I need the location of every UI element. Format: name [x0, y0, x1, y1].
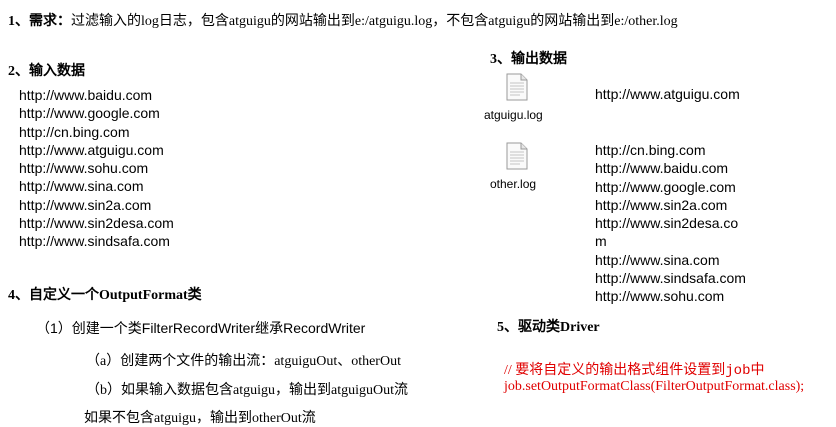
output-url-item: http://www.google.com	[595, 178, 736, 195]
output-url-item: http://www.sina.com	[595, 251, 720, 268]
driver-comment: // 要将自定义的输出格式组件设置到job中	[504, 363, 765, 379]
driver-code: job.setOutputFormatClass(FilterOutputFor…	[504, 379, 805, 394]
output-url-item: http://www.sin2a.com	[595, 196, 728, 213]
output-url-item: http://cn.bing.com	[595, 142, 706, 158]
output-url-item: m	[595, 233, 607, 250]
requirement-text: 过滤输入的log日志，包含atguigu的网站输出到e:/atguigu.log…	[71, 14, 678, 29]
input-url-list: http://www.baidu.com http://www.google.co…	[19, 86, 174, 251]
input-url-item: http://www.baidu.com	[19, 87, 153, 103]
input-url-item: http://www.sindsafa.com	[19, 233, 170, 250]
requirement-number: 1、	[8, 14, 29, 29]
input-heading: 2、输入数据	[8, 64, 85, 79]
input-url-item: http://www.sohu.com	[19, 160, 149, 177]
other-url-list: http://cn.bing.com http://www.baidu.com ht…	[595, 141, 746, 306]
file-name-other: other.log	[490, 177, 537, 191]
requirement-line: 1、需求：过滤输入的log日志，包含atguigu的网站输出到e:/atguig…	[8, 10, 678, 30]
text-file-icon[interactable]	[506, 73, 528, 101]
output-heading: 3、输出数据	[490, 52, 567, 67]
input-url-item: http://www.sin2a.com	[19, 196, 152, 213]
file-name-atguigu: atguigu.log	[484, 108, 543, 122]
input-url-item: http://www.sin2desa.com	[19, 215, 174, 232]
step-b: （b）如果输入数据包含atguigu，输出到atguiguOut流	[86, 383, 408, 398]
output-url-item: http://www.sohu.com	[595, 288, 725, 305]
custom-heading: 4、自定义一个OutputFormat类	[8, 288, 202, 303]
input-url-item: http://cn.bing.com	[19, 123, 130, 140]
driver-heading: 5、驱动类Driver	[497, 320, 600, 335]
requirement-label: 需求：	[29, 14, 71, 29]
input-url-item: http://www.google.com	[19, 105, 160, 122]
output-url-item: http://www.sindsafa.com	[595, 270, 746, 287]
step-c: 如果不包含atguigu，输出到otherOut流	[84, 411, 316, 426]
output-url-item: http://www.atguigu.com	[595, 86, 740, 102]
output-url-item: http://www.baidu.com	[595, 160, 729, 177]
atguigu-url-list: http://www.atguigu.com	[595, 85, 740, 103]
input-url-item: http://www.atguigu.com	[19, 141, 164, 158]
output-url-item: http://www.sin2desa.co	[595, 215, 739, 232]
step-1: （1）创建一个类FilterRecordWriter继承RecordWriter	[36, 320, 366, 336]
text-file-icon[interactable]	[506, 142, 528, 170]
input-url-item: http://www.sina.com	[19, 178, 144, 195]
step-a: （a）创建两个文件的输出流：atguiguOut、otherOut	[86, 354, 401, 369]
